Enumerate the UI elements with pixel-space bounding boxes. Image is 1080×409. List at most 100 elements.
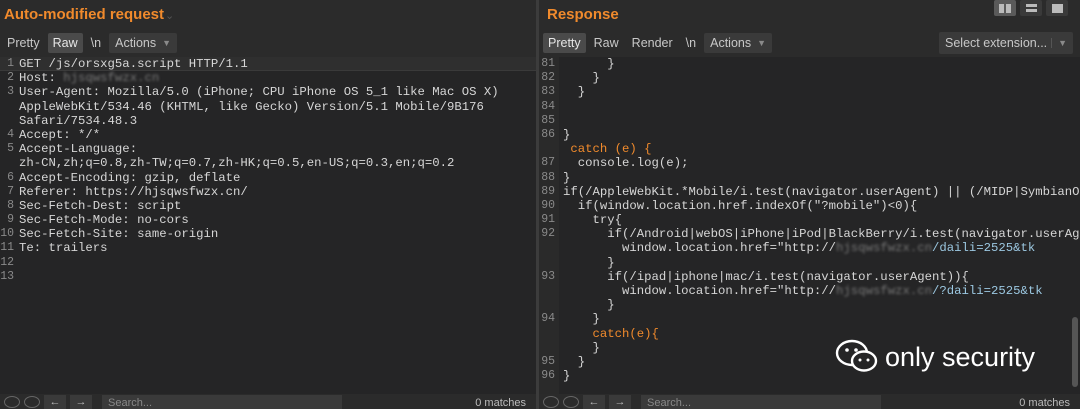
actions-dropdown[interactable]: Actions ▼: [704, 33, 773, 53]
code-text: Te: trailers: [19, 241, 108, 256]
split-columns-icon[interactable]: [994, 0, 1016, 16]
code-line: 4 Accept: */*: [0, 128, 536, 142]
pretty-button[interactable]: Pretty: [2, 33, 45, 53]
code-text: if(/ipad|iphone|mac/i.test(navigator.use…: [563, 269, 969, 284]
newline-toggle-button[interactable]: \n: [681, 33, 701, 53]
code-text: Accept-Encoding: gzip, deflate: [19, 170, 241, 185]
line-number: 5: [7, 142, 14, 156]
newline-toggle-button[interactable]: \n: [86, 33, 106, 53]
code-text: }: [563, 71, 600, 86]
code-text: if(window.location.href.indexOf("?mobile…: [563, 198, 918, 213]
line-number: 87: [541, 156, 555, 170]
chevron-down-icon: ▼: [757, 38, 767, 48]
code-text: Sec-Fetch-Mode: no-cors: [19, 213, 189, 228]
settings-icon[interactable]: [24, 396, 40, 408]
line-number: 3: [7, 85, 14, 99]
raw-button[interactable]: Raw: [47, 33, 83, 53]
request-toolbar: Pretty Raw \n Actions ▼: [2, 32, 178, 54]
line-number: 7: [7, 184, 14, 198]
response-search-bar: ← → Search... 0 matches: [539, 395, 1080, 409]
actions-dropdown[interactable]: Actions ▼: [109, 33, 178, 53]
code-text: Sec-Fetch-Dest: script: [19, 198, 182, 213]
line-number: 85: [541, 113, 555, 127]
code-text: User-Agent: Mozilla/5.0 (iPhone; CPU iPh…: [19, 85, 499, 100]
search-input[interactable]: Search...: [102, 395, 342, 409]
raw-button[interactable]: Raw: [589, 33, 624, 53]
search-prev-button[interactable]: ←: [44, 395, 66, 409]
render-button[interactable]: Render: [627, 33, 678, 53]
line-number: 6: [7, 170, 14, 184]
code-text: try{: [563, 213, 623, 228]
line-number: 82: [541, 71, 555, 85]
settings-icon[interactable]: [563, 396, 579, 408]
code-line: 11 Te: trailers: [0, 241, 536, 255]
line-number: 81: [541, 57, 555, 70]
layout-toggle-group: [994, 0, 1068, 16]
line-number: 4: [7, 127, 14, 141]
code-line: 92 if(/Android|webOS|iPhone|iPod|BlackBe…: [539, 227, 1080, 241]
code-line: catch (e) {: [539, 142, 1080, 156]
response-title: Response: [547, 6, 619, 23]
search-next-button[interactable]: →: [609, 395, 631, 409]
split-rows-icon[interactable]: [1020, 0, 1042, 16]
code-line: 86}: [539, 128, 1080, 142]
line-number: 95: [541, 354, 555, 368]
chevron-down-icon[interactable]: ⌄: [165, 9, 174, 22]
single-view-icon[interactable]: [1046, 0, 1068, 16]
actions-label: Actions: [115, 36, 157, 50]
code-text: zh-CN,zh;q=0.8,zh-TW;q=0.7,zh-HK;q=0.5,e…: [19, 156, 455, 171]
help-icon[interactable]: [543, 396, 559, 408]
line-number: 90: [541, 198, 555, 212]
request-editor[interactable]: 1 GET /js/orsxg5a.script HTTP/1.1 2 Host: h…: [0, 57, 536, 394]
code-line: 6 Accept-Encoding: gzip, deflate: [0, 171, 536, 185]
code-text: if(/Android|webOS|iPhone|iPod|BlackBerry…: [563, 227, 1080, 242]
line-number: 84: [541, 99, 555, 113]
line-number: 83: [541, 85, 555, 99]
select-extension-label: Select extension...: [945, 36, 1048, 50]
code-text: Accept: */*: [19, 127, 101, 142]
request-pane: Auto-modified request ⌄ Pretty Raw \n Ac…: [0, 0, 536, 409]
code-line: 81 }: [539, 57, 1080, 71]
line-number: 13: [0, 269, 14, 283]
chevron-down-icon: ▼: [162, 38, 172, 48]
code-line: 3 User-Agent: Mozilla/5.0 (iPhone; CPU iP…: [0, 85, 536, 99]
code-text: catch (e) {: [563, 142, 652, 157]
code-line: 91 try{: [539, 213, 1080, 227]
url-query: /daili=2525&tk: [931, 241, 1036, 256]
line-number: 1: [7, 57, 14, 70]
search-prev-button[interactable]: ←: [583, 395, 605, 409]
code-line: window.location.href="http://hjsqwsfwzx.…: [539, 284, 1080, 298]
code-line: Safari/7534.48.3: [0, 114, 536, 128]
code-text: }: [563, 57, 615, 71]
code-line: 89 if(/AppleWebKit.*Mobile/i.test(navigat…: [539, 185, 1080, 199]
line-number: 9: [7, 213, 14, 227]
code-text: Host: hjsqwsfwzx.cn: [19, 71, 160, 86]
watermark-text: only security: [885, 341, 1036, 372]
search-next-button[interactable]: →: [70, 395, 92, 409]
code-line: 83 }: [539, 85, 1080, 99]
chevron-down-icon: ▼: [1051, 38, 1067, 48]
pretty-button[interactable]: Pretty: [543, 33, 586, 53]
select-extension-dropdown[interactable]: Select extension... ▼: [939, 32, 1073, 54]
line-number: 88: [541, 170, 555, 184]
search-input[interactable]: Search...: [641, 395, 881, 409]
code-line: AppleWebKit/534.46 (KHTML, like Gecko) V…: [0, 100, 536, 114]
code-text: }: [563, 340, 600, 355]
code-text: }: [563, 170, 571, 185]
code-line: 82 }: [539, 71, 1080, 85]
code-text: window.location.href="http://hjsqwsfwzx.…: [563, 241, 1036, 256]
redacted-url: hjsqwsfwzx.cn: [836, 284, 932, 298]
code-line: 87 console.log(e);: [539, 156, 1080, 170]
code-text: }: [563, 85, 586, 100]
response-toolbar: Pretty Raw Render \n Actions ▼: [543, 32, 773, 54]
line-number: 92: [541, 227, 555, 241]
code-text: Accept-Language:: [19, 142, 138, 157]
line-number: 94: [541, 312, 555, 326]
code-line: 9 Sec-Fetch-Mode: no-cors: [0, 213, 536, 227]
code-text: Sec-Fetch-Site: same-origin: [19, 227, 219, 242]
code-line: 5 Accept-Language:: [0, 142, 536, 156]
help-icon[interactable]: [4, 396, 20, 408]
code-line: }: [539, 298, 1080, 312]
code-line: 8 Sec-Fetch-Dest: script: [0, 199, 536, 213]
line-number: 93: [541, 269, 555, 283]
